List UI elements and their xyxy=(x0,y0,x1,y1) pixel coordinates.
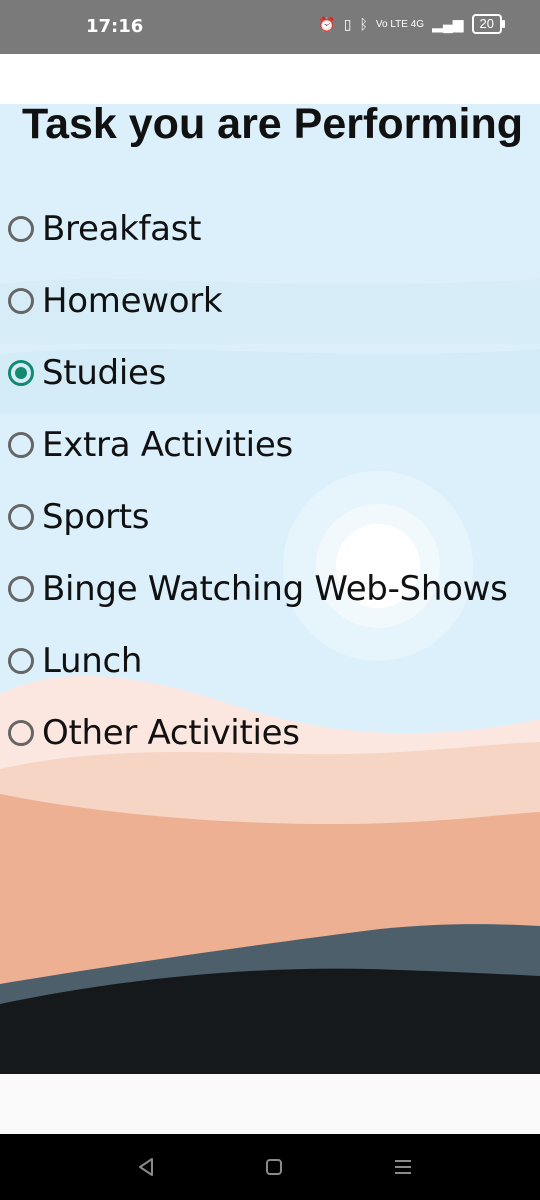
bluetooth-icon: ᛒ xyxy=(359,16,368,32)
status-bar: 17:16 ⏰ ▯ ᛒ Vo LTE 4G ▂▄▆ 20 xyxy=(0,0,540,54)
home-icon[interactable] xyxy=(259,1152,289,1182)
radio-button[interactable] xyxy=(8,216,34,242)
page-title: Task you are Performing xyxy=(22,100,524,148)
option-lunch[interactable]: Lunch xyxy=(8,636,142,686)
radio-button[interactable] xyxy=(8,432,34,458)
alarm-icon: ⏰ xyxy=(318,15,336,32)
radio-button[interactable] xyxy=(8,288,34,314)
option-sports[interactable]: Sports xyxy=(8,492,150,542)
navigation-bar xyxy=(0,1134,540,1200)
option-label: Sports xyxy=(42,497,150,537)
recents-menu-icon[interactable] xyxy=(388,1152,418,1182)
signal-icon: ▂▄▆ xyxy=(432,15,464,32)
option-label: Breakfast xyxy=(42,209,202,249)
option-label: Binge Watching Web-Shows xyxy=(42,569,508,609)
option-binge-watching[interactable]: Binge Watching Web-Shows xyxy=(8,564,508,614)
back-icon[interactable] xyxy=(131,1152,161,1182)
battery-icon: 20 xyxy=(471,14,506,34)
option-label: Homework xyxy=(42,281,223,321)
option-label: Lunch xyxy=(42,641,143,681)
radio-button[interactable] xyxy=(8,576,34,602)
radio-button[interactable] xyxy=(8,648,34,674)
status-icons: ⏰ ▯ ᛒ Vo LTE 4G ▂▄▆ 20 xyxy=(318,14,506,34)
radio-button[interactable] xyxy=(8,720,34,746)
status-time: 17:16 xyxy=(86,16,144,37)
option-other-activities[interactable]: Other Activities xyxy=(8,708,300,758)
option-extra-activities[interactable]: Extra Activities xyxy=(8,420,293,470)
option-label: Extra Activities xyxy=(42,425,293,465)
background-scene: Task you are Performing Breakfast Homewo… xyxy=(0,54,540,1074)
network-label: Vo LTE 4G xyxy=(375,18,425,30)
radio-button[interactable] xyxy=(8,360,34,386)
vibrate-icon: ▯ xyxy=(343,15,352,32)
option-label: Other Activities xyxy=(42,713,300,753)
option-breakfast[interactable]: Breakfast xyxy=(8,204,201,254)
option-studies[interactable]: Studies xyxy=(8,348,166,398)
option-label: Studies xyxy=(42,353,167,393)
radio-button[interactable] xyxy=(8,504,34,530)
option-homework[interactable]: Homework xyxy=(8,276,223,326)
